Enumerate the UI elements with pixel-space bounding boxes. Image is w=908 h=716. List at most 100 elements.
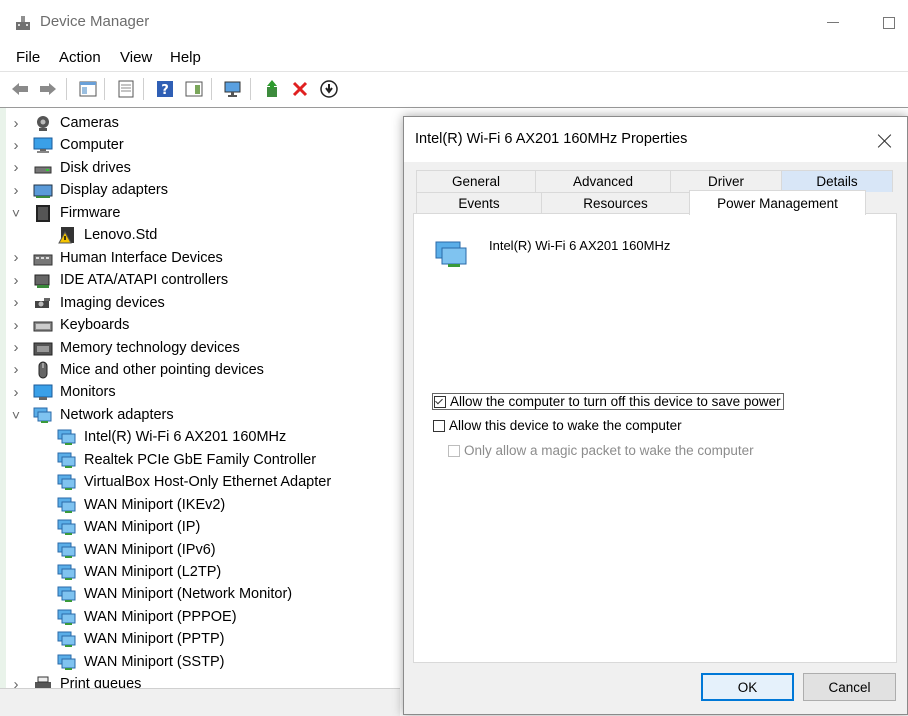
- chevron-down-icon[interactable]: ˅: [8, 205, 24, 221]
- memory-icon: [32, 339, 54, 357]
- chevron-right-icon[interactable]: ›: [8, 294, 24, 311]
- tab-driver[interactable]: Driver: [670, 170, 782, 192]
- menu-bar: File Action View Help: [0, 44, 908, 71]
- network-adapter-icon: [435, 241, 467, 267]
- chevron-right-icon[interactable]: ›: [8, 272, 24, 289]
- scan-hardware-icon[interactable]: [221, 78, 245, 100]
- hid-icon: [32, 249, 54, 267]
- chevron-right-icon[interactable]: ›: [8, 249, 24, 266]
- tree-item[interactable]: › Cameras: [14, 112, 119, 134]
- chevron-right-icon[interactable]: ›: [8, 115, 24, 132]
- chevron-right-icon[interactable]: ›: [8, 159, 24, 176]
- dialog-title: Intel(R) Wi-Fi 6 AX201 160MHz Properties: [415, 131, 688, 147]
- tree-item[interactable]: › Memory technology devices: [14, 337, 240, 359]
- tree-item-label: WAN Miniport (Network Monitor): [84, 586, 293, 603]
- tree-item-label: Mice and other pointing devices: [60, 361, 264, 378]
- chevron-right-icon[interactable]: ›: [8, 137, 24, 154]
- tree-item[interactable]: VirtualBox Host-Only Ethernet Adapter: [56, 471, 331, 493]
- tree-item[interactable]: Realtek PCIe GbE Family Controller: [56, 449, 316, 471]
- tree-item[interactable]: › Display adapters: [14, 179, 169, 201]
- tree-item-label: Keyboards: [60, 317, 130, 334]
- close-icon[interactable]: [873, 129, 897, 153]
- tree-item-label: Disk drives: [60, 159, 131, 176]
- network-adapter-icon: [56, 518, 78, 536]
- tree-item-label: Imaging devices: [60, 294, 165, 311]
- chevron-right-icon[interactable]: ›: [8, 384, 24, 401]
- device-tree: › Cameras › Computer › Disk drives › Display ad…: [8, 112, 408, 693]
- tree-item-label: WAN Miniport (PPTP): [84, 631, 225, 648]
- title-bar: Device Manager: [0, 0, 908, 44]
- forward-icon[interactable]: [36, 78, 60, 100]
- update-driver-icon[interactable]: [260, 78, 284, 100]
- tree-item[interactable]: WAN Miniport (L2TP): [56, 561, 221, 583]
- tree-item[interactable]: ˅ Network adapters: [12, 404, 174, 426]
- tree-item-label: IDE ATA/ATAPI controllers: [60, 272, 229, 289]
- tree-item[interactable]: ˅ Firmware: [12, 202, 121, 224]
- cancel-button[interactable]: Cancel: [803, 673, 896, 701]
- disable-device-icon[interactable]: [317, 78, 341, 100]
- monitor-icon: [32, 383, 54, 401]
- tab-events[interactable]: Events: [416, 192, 542, 214]
- chevron-right-icon[interactable]: ›: [8, 339, 24, 356]
- action-pane-icon[interactable]: [182, 78, 206, 100]
- tree-item[interactable]: Lenovo.Std: [56, 224, 157, 246]
- chevron-down-icon[interactable]: ˅: [8, 407, 24, 423]
- show-hide-tree-icon[interactable]: [76, 78, 100, 100]
- network-adapter-icon: [56, 630, 78, 648]
- tree-item[interactable]: WAN Miniport (IP): [56, 516, 200, 538]
- toolbar: ?: [0, 71, 908, 108]
- tree-item[interactable]: › Disk drives: [14, 157, 131, 179]
- properties-icon[interactable]: [114, 78, 138, 100]
- tree-item-label: WAN Miniport (PPPOE): [84, 608, 237, 625]
- tree-item[interactable]: › Keyboards: [14, 314, 130, 336]
- allow-turn-off-checkbox[interactable]: Allow the computer to turn off this devi…: [432, 393, 784, 410]
- tree-item[interactable]: › Human Interface Devices: [14, 247, 223, 269]
- tree-item[interactable]: Intel(R) Wi-Fi 6 AX201 160MHz: [56, 426, 286, 448]
- tree-item-label: Computer: [60, 137, 124, 154]
- tree-item[interactable]: › Monitors: [14, 381, 116, 403]
- horizontal-scrollbar[interactable]: [0, 688, 400, 716]
- menu-file[interactable]: File: [16, 49, 40, 66]
- tree-item-label: Firmware: [60, 204, 121, 221]
- chevron-right-icon[interactable]: ›: [8, 182, 24, 199]
- tree-item[interactable]: WAN Miniport (PPTP): [56, 628, 224, 650]
- disk-drive-icon: [32, 159, 54, 177]
- tab-details[interactable]: Details: [781, 170, 893, 192]
- svg-text:?: ?: [161, 83, 169, 98]
- tree-item[interactable]: › IDE ATA/ATAPI controllers: [14, 269, 229, 291]
- uninstall-device-icon[interactable]: [288, 78, 312, 100]
- tab-resources[interactable]: Resources: [541, 192, 690, 214]
- network-adapter-icon: [56, 451, 78, 469]
- ide-controller-icon: [32, 271, 54, 289]
- tree-item[interactable]: WAN Miniport (PPPOE): [56, 606, 237, 628]
- back-icon[interactable]: [8, 78, 32, 100]
- network-adapter-icon: [56, 653, 78, 671]
- ok-button[interactable]: OK: [701, 673, 794, 701]
- tab-power-management[interactable]: Power Management: [689, 190, 866, 215]
- allow-wake-checkbox[interactable]: Allow this device to wake the computer: [433, 418, 682, 433]
- tree-item-label: Intel(R) Wi-Fi 6 AX201 160MHz: [84, 429, 287, 446]
- tree-item[interactable]: WAN Miniport (Network Monitor): [56, 583, 292, 605]
- window-title: Device Manager: [40, 13, 150, 30]
- menu-help[interactable]: Help: [170, 49, 201, 66]
- tab-advanced[interactable]: Advanced: [535, 170, 671, 192]
- tree-item-label: WAN Miniport (L2TP): [84, 564, 222, 580]
- maximize-button[interactable]: [874, 10, 904, 36]
- tree-item[interactable]: › Computer: [14, 134, 124, 156]
- tree-item[interactable]: › Mice and other pointing devices: [14, 359, 264, 381]
- tree-item-label: WAN Miniport (SSTP): [84, 653, 225, 670]
- chevron-right-icon[interactable]: ›: [8, 361, 24, 378]
- chevron-right-icon[interactable]: ›: [8, 317, 24, 334]
- tree-item[interactable]: WAN Miniport (IKEv2): [56, 494, 225, 516]
- tree-item[interactable]: WAN Miniport (IPv6): [56, 539, 216, 561]
- magic-packet-label: Only allow a magic packet to wake the co…: [464, 443, 754, 458]
- menu-action[interactable]: Action: [59, 49, 101, 66]
- device-manager-icon: [16, 16, 30, 30]
- computer-icon: [32, 136, 54, 154]
- minimize-button[interactable]: [818, 10, 848, 36]
- tab-general[interactable]: General: [416, 170, 536, 192]
- menu-view[interactable]: View: [120, 49, 152, 66]
- tree-item[interactable]: › Imaging devices: [14, 292, 165, 314]
- tree-item[interactable]: WAN Miniport (SSTP): [56, 651, 224, 673]
- help-icon[interactable]: ?: [153, 78, 177, 100]
